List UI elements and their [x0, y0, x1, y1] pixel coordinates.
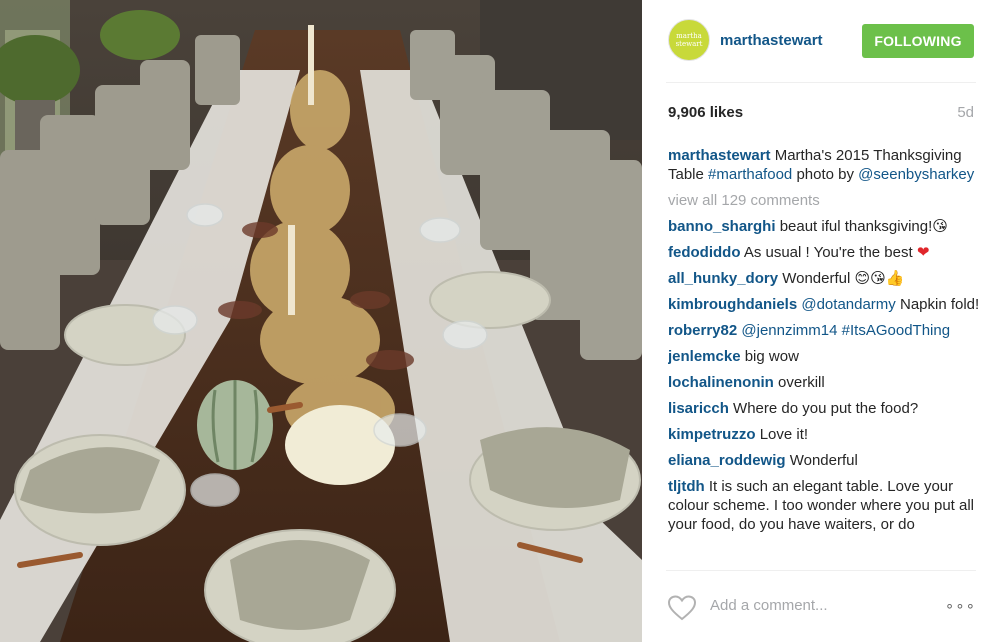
comment-item: eliana_roddewig Wonderful	[668, 451, 980, 470]
comment-text: overkill	[778, 374, 825, 391]
comment-username[interactable]: eliana_roddewig	[668, 452, 786, 469]
like-heart-icon[interactable]	[668, 595, 696, 621]
post-header: martha stewart marthastewart FOLLOWING	[666, 0, 976, 83]
comment-text: It is such an elegant table. Love your c…	[668, 478, 974, 533]
following-button[interactable]: FOLLOWING	[862, 24, 974, 58]
avatar-text-line2: stewart	[675, 40, 703, 48]
username-link[interactable]: marthastewart	[720, 32, 823, 49]
comment-item: banno_sharghi beaut iful thanksgiving!😘	[668, 217, 980, 236]
comment-item: kimbroughdaniels @dotandarmy Napkin fold…	[668, 295, 980, 314]
comment-username[interactable]: banno_sharghi	[668, 218, 776, 235]
comment-username[interactable]: roberry82	[668, 322, 737, 339]
comment-username[interactable]: fedodiddo	[668, 244, 740, 261]
caption-text-middle: photo by	[796, 166, 854, 183]
comment-username[interactable]: kimpetruzzo	[668, 426, 756, 443]
post-photo[interactable]	[0, 0, 642, 642]
comment-item: kimpetruzzo Love it!	[668, 425, 980, 444]
caption-mention[interactable]: @seenbysharkey	[858, 166, 974, 183]
comment-hashtag[interactable]: #ItsAGoodThing	[842, 322, 950, 339]
comment-text: beaut iful thanksgiving!	[779, 218, 933, 235]
post-stats: 9,906 likes 5d	[668, 104, 974, 124]
more-options-icon[interactable]: ∘∘∘	[945, 597, 976, 615]
comment-username[interactable]: tljtdh	[668, 478, 705, 495]
comment-item: lochalinenonin overkill	[668, 373, 980, 392]
caption-username[interactable]: marthastewart	[668, 147, 771, 164]
comment-text: Where do you put the food?	[733, 400, 919, 417]
comment-text: big wow	[744, 348, 799, 365]
time-ago[interactable]: 5d	[957, 104, 974, 121]
post-sidebar: martha stewart marthastewart FOLLOWING 9…	[642, 0, 1000, 642]
caption: marthastewart Martha's 2015 Thanksgiving…	[668, 146, 980, 184]
comment-username[interactable]: kimbroughdaniels	[668, 296, 797, 313]
comment-text: Napkin fold!	[899, 296, 980, 313]
comment-item: lisaricch Where do you put the food?	[668, 399, 980, 418]
comment-text: Wonderful	[789, 452, 858, 469]
avatar-text-line1: martha	[676, 32, 702, 40]
likes-count[interactable]: 9,906 likes	[668, 104, 743, 121]
comment-username[interactable]: lisaricch	[668, 400, 729, 417]
comment-item: roberry82 @jennzimm14 #ItsAGoodThing	[668, 321, 980, 340]
comment-item: jenlemcke big wow	[668, 347, 980, 366]
comments-list[interactable]: marthastewart Martha's 2015 Thanksgiving…	[668, 146, 980, 570]
comment-username[interactable]: jenlemcke	[668, 348, 741, 365]
avatar[interactable]: martha stewart	[668, 19, 710, 61]
comment-text: Love it!	[759, 426, 809, 443]
comment-item: all_hunky_dory Wonderful 😊😘👍	[668, 269, 980, 288]
comment-mention[interactable]: @dotandarmy	[801, 296, 895, 313]
comment-text: Wonderful	[782, 270, 851, 287]
kiss-emoji-icon: 😘	[932, 217, 948, 235]
comment-username[interactable]: all_hunky_dory	[668, 270, 778, 287]
comment-mention[interactable]: @jennzimm14	[741, 322, 837, 339]
heart-emoji-icon: ❤	[916, 243, 930, 261]
smile-kiss-thumbs-emoji-icon: 😊😘👍	[854, 269, 905, 287]
thanksgiving-table-image	[0, 0, 642, 642]
comment-item: fedodiddo As usual ! You're the best ❤	[668, 243, 980, 262]
comment-username[interactable]: lochalinenonin	[668, 374, 774, 391]
comment-text: As usual ! You're the best	[743, 244, 913, 261]
comment-item: tljtdh It is such an elegant table. Love…	[668, 477, 980, 534]
view-all-comments-link[interactable]: view all 129 comments	[668, 191, 980, 210]
post-footer: Add a comment... ∘∘∘	[666, 570, 976, 642]
caption-hashtag[interactable]: #marthafood	[708, 166, 792, 183]
add-comment-input[interactable]: Add a comment...	[710, 597, 828, 614]
